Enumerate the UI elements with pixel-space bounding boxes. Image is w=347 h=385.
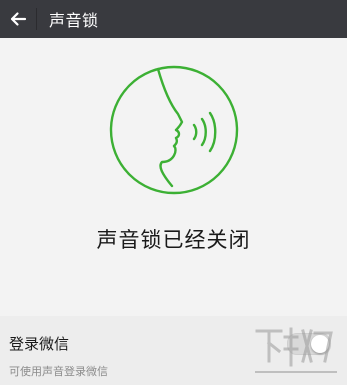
- setting-description: 可使用声音登录微信: [9, 365, 108, 378]
- page-title: 声音锁: [49, 11, 99, 30]
- setting-title: 登录微信: [9, 335, 70, 353]
- title-divider: [36, 8, 37, 30]
- top-bar: 声音锁: [0, 0, 347, 38]
- back-button[interactable]: [0, 0, 36, 38]
- back-arrow-icon: [10, 12, 27, 26]
- voice-lock-status-panel: 声音锁已经关闭: [0, 38, 347, 316]
- voice-lock-profile-icon: [109, 65, 239, 195]
- voice-lock-status-text: 声音锁已经关闭: [96, 228, 251, 252]
- watermark-logo: [255, 327, 337, 373]
